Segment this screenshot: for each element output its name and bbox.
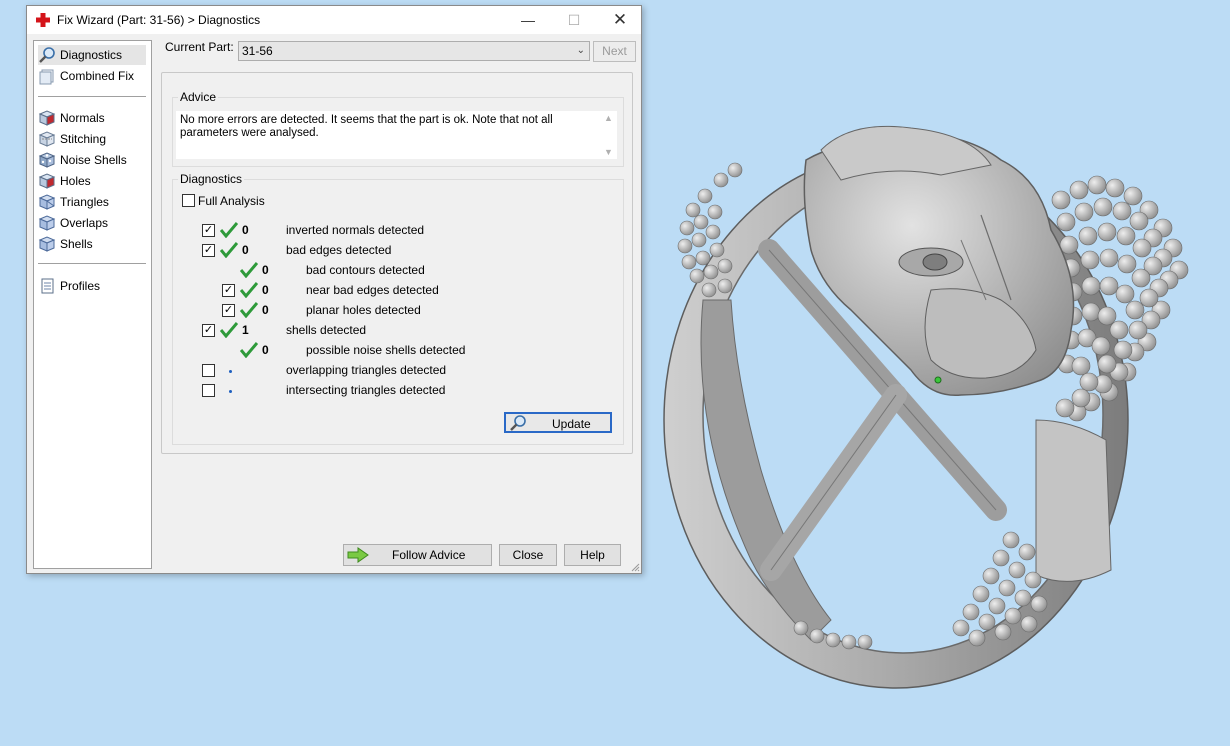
noise-shells-icon <box>38 152 56 168</box>
red-cross-icon <box>36 13 50 27</box>
overlapping-triangles-checkbox[interactable] <box>202 364 215 377</box>
shells-count: 1 <box>242 323 249 337</box>
nav-item-holes[interactable]: Holes <box>38 171 146 191</box>
triangles-cube-icon <box>38 194 56 210</box>
nav-label: Diagnostics <box>60 48 123 62</box>
check-ok-icon <box>240 282 258 298</box>
close-button[interactable]: Close <box>499 544 557 566</box>
profiles-document-icon <box>41 278 54 294</box>
advice-group: Advice No more errors are detected. It s… <box>172 90 624 167</box>
nav-divider <box>38 96 146 97</box>
advice-text: No more errors are detected. It seems th… <box>176 111 600 159</box>
current-part-dropdown[interactable]: 31-56 ⌄ <box>238 41 590 61</box>
nav-label: Combined Fix <box>60 69 135 83</box>
diagnostics-title: Diagnostics <box>178 172 245 186</box>
advice-scrollbar[interactable]: ▲ ▼ <box>600 111 617 159</box>
nav-item-stitching[interactable]: Stitching <box>38 129 146 149</box>
near-bad-edges-label: near bad edges detected <box>306 283 439 297</box>
fix-wizard-dialog: Fix Wizard (Part: 31-56) > Diagnostics —… <box>26 5 642 574</box>
shells-cube-icon <box>38 236 56 252</box>
update-label: Update <box>552 417 591 431</box>
ring-model-render <box>663 125 1189 689</box>
arrow-right-icon <box>347 547 369 563</box>
check-ok-icon <box>240 302 258 318</box>
check-ok-icon <box>220 242 238 258</box>
check-ok-icon <box>240 342 258 358</box>
nav-item-combined-fix[interactable]: Combined Fix <box>38 66 146 86</box>
chevron-down-icon: ⌄ <box>576 45 585 56</box>
window-title: Fix Wizard (Part: 31-56) > Diagnostics <box>57 13 261 27</box>
nav-item-shells[interactable]: Shells <box>38 234 146 254</box>
nav-label: Overlaps <box>60 216 109 230</box>
title-bar[interactable]: Fix Wizard (Part: 31-56) > Diagnostics —… <box>27 6 641 34</box>
inverted-normals-count: 0 <box>242 223 249 237</box>
scroll-down-icon[interactable]: ▼ <box>604 147 613 157</box>
full-analysis-checkbox[interactable] <box>182 194 195 207</box>
maximize-button[interactable]: ☐ <box>551 6 597 34</box>
full-analysis-label: Full Analysis <box>198 194 265 208</box>
scroll-up-icon[interactable]: ▲ <box>604 113 613 123</box>
bad-contours-label: bad contours detected <box>306 263 425 277</box>
nav-label: Triangles <box>60 195 109 209</box>
check-ok-icon <box>240 262 258 278</box>
nav-item-triangles[interactable]: Triangles <box>38 192 146 212</box>
follow-advice-button[interactable]: Follow Advice <box>343 544 492 566</box>
minimize-button[interactable]: — <box>505 6 551 34</box>
inverted-normals-checkbox[interactable]: ✓ <box>202 224 215 237</box>
near-bad-edges-checkbox[interactable]: ✓ <box>222 284 235 297</box>
nav-item-normals[interactable]: Normals <box>38 108 146 128</box>
magnifier-icon <box>510 415 526 431</box>
stitching-icon <box>38 131 56 147</box>
nav-divider <box>38 263 146 264</box>
bad-contours-count: 0 <box>262 263 269 277</box>
near-bad-edges-count: 0 <box>262 283 269 297</box>
intersecting-triangles-checkbox[interactable] <box>202 384 215 397</box>
intersecting-triangles-label: intersecting triangles detected <box>286 383 446 397</box>
next-button[interactable]: Next <box>593 41 636 62</box>
shells-checkbox[interactable]: ✓ <box>202 324 215 337</box>
inverted-normals-label: inverted normals detected <box>286 223 425 237</box>
close-window-button[interactable]: ✕ <box>597 6 643 34</box>
magnifier-icon <box>39 47 55 63</box>
advice-title: Advice <box>178 90 219 104</box>
noise-shells-count: 0 <box>262 343 269 357</box>
planar-holes-checkbox[interactable]: ✓ <box>222 304 235 317</box>
diagnostics-group: Diagnostics Full Analysis ✓ 0 inverted n… <box>172 172 624 445</box>
follow-advice-label: Follow Advice <box>392 548 466 562</box>
current-part-value: 31-56 <box>242 44 273 58</box>
resize-grip-icon[interactable] <box>630 562 640 572</box>
update-button[interactable]: Update <box>504 412 612 433</box>
nav-label: Normals <box>60 111 105 125</box>
nav-label: Shells <box>60 237 93 251</box>
overlapping-triangles-label: overlapping triangles detected <box>286 363 447 377</box>
3d-viewport[interactable] <box>641 0 1230 746</box>
combined-fix-icon <box>39 69 54 85</box>
planar-holes-label: planar holes detected <box>306 303 421 317</box>
noise-shells-label: possible noise shells detected <box>306 343 466 357</box>
check-ok-icon <box>220 222 238 238</box>
overlaps-cube-icon <box>38 215 56 231</box>
diagnostics-panel: Advice No more errors are detected. It s… <box>161 72 633 454</box>
nav-item-overlaps[interactable]: Overlaps <box>38 213 146 233</box>
planar-holes-count: 0 <box>262 303 269 317</box>
check-ok-icon <box>220 322 238 338</box>
current-part-label: Current Part: <box>165 40 234 54</box>
help-button[interactable]: Help <box>564 544 621 566</box>
nav-item-diagnostics[interactable]: Diagnostics <box>38 45 146 65</box>
bad-edges-label: bad edges detected <box>286 243 392 257</box>
not-analysed-icon <box>229 390 232 393</box>
nav-label: Stitching <box>60 132 107 146</box>
nav-label: Profiles <box>60 279 101 293</box>
shells-label: shells detected <box>286 323 367 337</box>
bad-edges-checkbox[interactable]: ✓ <box>202 244 215 257</box>
bad-edges-count: 0 <box>242 243 249 257</box>
nav-label: Holes <box>60 174 91 188</box>
not-analysed-icon <box>229 370 232 373</box>
holes-cube-icon <box>38 173 56 189</box>
wizard-nav: Diagnostics Combined Fix Normals Stitchi… <box>33 40 152 569</box>
normals-cube-icon <box>38 110 56 126</box>
nav-label: Noise Shells <box>60 153 127 167</box>
nav-item-profiles[interactable]: Profiles <box>38 276 146 296</box>
nav-item-noise-shells[interactable]: Noise Shells <box>38 150 146 170</box>
